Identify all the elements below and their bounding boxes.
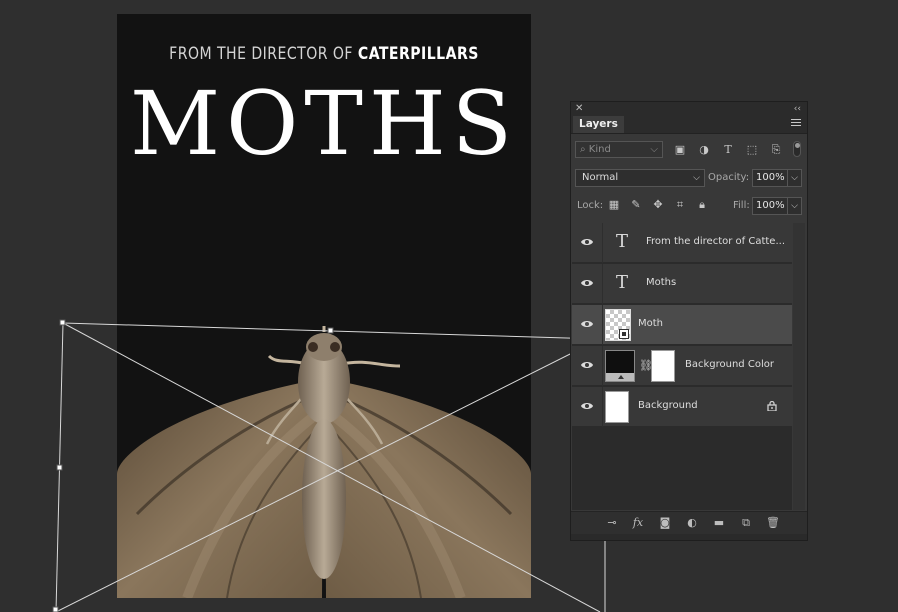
chevron-down-icon: ⌵ [693, 173, 700, 183]
chevron-down-icon: ⌵ [650, 144, 658, 155]
fx-icon[interactable]: fx [631, 516, 645, 530]
document-canvas[interactable]: FROM THE DIRECTOR OF CATERPILLARS MOTHS [117, 14, 531, 598]
smart-object-filter-icon[interactable]: ⎘ [769, 143, 783, 157]
eye-icon[interactable] [581, 278, 593, 288]
chain-link-icon[interactable]: ⛓︎ [639, 358, 653, 374]
lock-row: Lock: ▦ ✎ ✥ ⌗ 🔒︎ Fill: 100% ⌵ [575, 197, 805, 215]
eye-icon[interactable] [581, 237, 593, 247]
kind-filter-label: Kind [588, 144, 611, 155]
layer-name: Background Color [685, 359, 774, 370]
close-icon[interactable]: ✕ [575, 102, 583, 116]
blend-mode-value: Normal [582, 172, 619, 183]
trash-icon[interactable]: 🗑︎ [766, 516, 780, 530]
new-layer-icon[interactable]: ⧉ [739, 516, 753, 530]
panel-resize-edge[interactable] [571, 534, 807, 540]
opacity-dropdown-button[interactable]: ⌵ [788, 169, 802, 187]
add-mask-icon[interactable]: ◙ [658, 516, 672, 530]
lock-icon[interactable] [767, 401, 777, 411]
filter-toggle-switch[interactable] [793, 141, 801, 157]
divider [602, 346, 603, 386]
layer-name: Moths [646, 277, 677, 288]
fill-input[interactable]: 100% [752, 197, 788, 215]
panel-menu-icon[interactable] [791, 119, 801, 128]
divider [602, 305, 603, 345]
smart-object-thumbnail [605, 309, 631, 341]
fill-label: Fill: [733, 200, 750, 211]
layer-name: Moth [638, 318, 664, 329]
blend-mode-select[interactable]: Normal ⌵ [575, 169, 705, 187]
adjustment-filter-icon[interactable]: ◑ [697, 143, 711, 157]
layer-name: Background [638, 400, 698, 411]
layer-row[interactable]: ⛓︎ Background Color [572, 346, 792, 386]
search-icon: ⌕ [580, 144, 586, 155]
opacity-label: Opacity: [708, 172, 750, 183]
text-layer-icon: T [615, 231, 628, 252]
link-layers-icon[interactable]: ⊸ [605, 516, 619, 530]
adjustment-layer-icon[interactable]: ◐ [685, 516, 699, 530]
lock-artboard-icon[interactable]: ⌗ [673, 198, 687, 212]
shape-filter-icon[interactable]: ⬚ [745, 143, 759, 157]
layer-row[interactable]: T Moths [572, 264, 792, 304]
smart-object-badge-icon [619, 329, 629, 339]
lock-label: Lock: [577, 200, 604, 211]
eye-icon[interactable] [581, 401, 593, 411]
eye-icon[interactable] [581, 360, 593, 370]
layers-list: T From the director of Catte... T Moths … [572, 223, 792, 510]
new-group-icon[interactable]: ▬ [712, 516, 726, 530]
lock-transparent-icon[interactable]: ▦ [607, 198, 621, 212]
collapse-icon[interactable]: ‹‹ [794, 102, 801, 116]
layer-mask-thumbnail[interactable] [651, 350, 675, 382]
moth-image [117, 326, 531, 598]
tab-layers[interactable]: Layers [573, 116, 624, 133]
fill-dropdown-button[interactable]: ⌵ [788, 197, 802, 215]
layers-panel: ✕ ‹‹ Layers ⌕ Kind ⌵ ▣ ◑ T ⬚ ⎘ Normal ⌵ … [570, 101, 808, 541]
lock-all-icon[interactable]: 🔒︎ [695, 198, 709, 212]
panel-tab-bar: Layers [571, 116, 807, 134]
layer-name: From the director of Catte... [646, 236, 785, 247]
lock-pixels-icon[interactable]: ✎ [629, 198, 643, 212]
transform-handle-bottom-left [52, 606, 59, 612]
divider [602, 264, 603, 304]
layer-row[interactable]: Background [572, 387, 792, 427]
blend-row: Normal ⌵ Opacity: 100% ⌵ [575, 169, 805, 187]
layer-filter-row: ⌕ Kind ⌵ ▣ ◑ T ⬚ ⎘ [575, 141, 803, 159]
opacity-input[interactable]: 100% [752, 169, 788, 187]
transform-handle-middle-left [56, 464, 63, 471]
divider [602, 387, 603, 427]
transform-handle-top-left [59, 319, 66, 326]
layer-row[interactable]: T From the director of Catte... [572, 223, 792, 263]
image-filter-icon[interactable]: ▣ [673, 143, 687, 157]
kind-filter-select[interactable]: ⌕ Kind ⌵ [575, 141, 663, 158]
text-filter-icon[interactable]: T [721, 143, 735, 157]
layers-scrollbar[interactable] [793, 223, 805, 510]
eye-icon[interactable] [581, 319, 593, 329]
panel-footer: ⊸ fx ◙ ◐ ▬ ⧉ 🗑︎ [571, 511, 807, 534]
text-layer-icon: T [615, 272, 628, 293]
panel-title-bar[interactable]: ✕ ‹‹ [571, 102, 807, 116]
layer-row-selected[interactable]: Moth [572, 305, 792, 345]
background-thumbnail [605, 391, 629, 423]
divider [602, 223, 603, 263]
fill-layer-thumbnail [605, 350, 635, 382]
lock-position-icon[interactable]: ✥ [651, 198, 665, 212]
